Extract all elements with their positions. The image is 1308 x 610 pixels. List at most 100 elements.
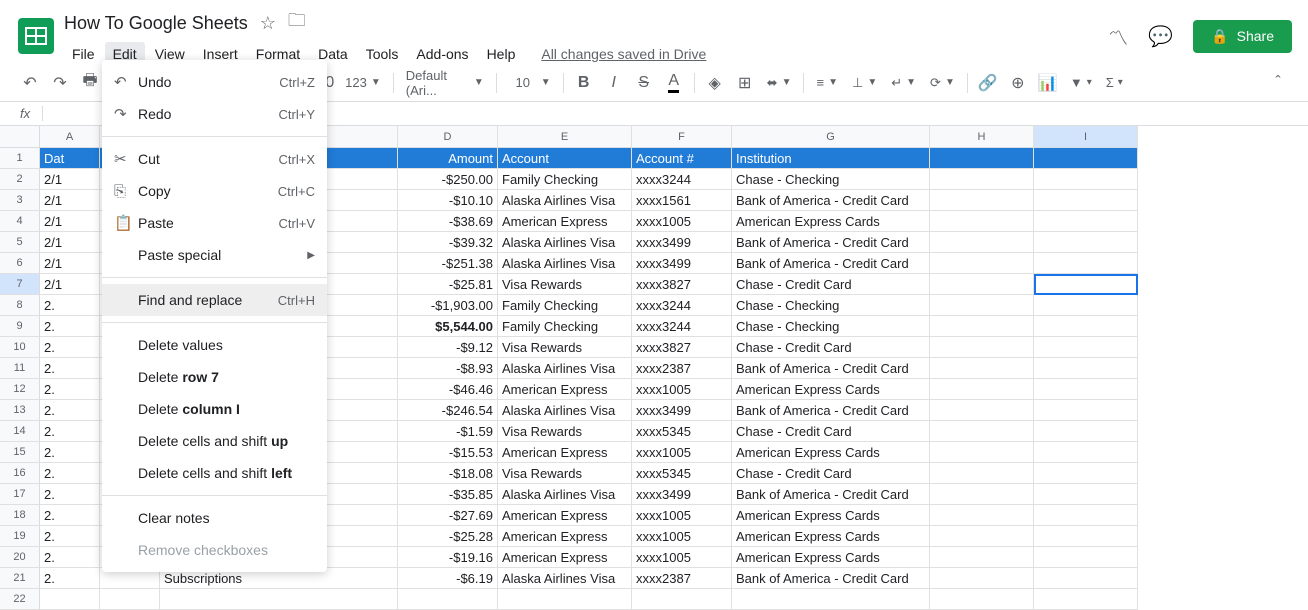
cell[interactable]: American Express xyxy=(498,526,632,547)
valign-button[interactable]: ⊥▼ xyxy=(846,71,883,95)
cell[interactable]: Alaska Airlines Visa xyxy=(498,190,632,211)
cell[interactable] xyxy=(930,232,1034,253)
cell[interactable]: Bank of America - Credit Card xyxy=(732,190,930,211)
filter-button[interactable]: ▼▾ xyxy=(1064,71,1098,94)
row-header[interactable]: 12 xyxy=(0,379,40,400)
cell[interactable] xyxy=(930,337,1034,358)
row-header[interactable]: 11 xyxy=(0,358,40,379)
row-header[interactable]: 10 xyxy=(0,337,40,358)
sheets-logo[interactable] xyxy=(16,16,56,56)
header-cell[interactable]: Amount xyxy=(398,148,498,169)
cell[interactable] xyxy=(160,589,398,610)
cell[interactable]: xxxx1005 xyxy=(632,505,732,526)
row-header[interactable]: 6 xyxy=(0,253,40,274)
cell[interactable]: American Express xyxy=(498,505,632,526)
italic-button[interactable]: I xyxy=(600,69,628,97)
cell[interactable]: 2. xyxy=(40,295,100,316)
cell[interactable]: 2. xyxy=(40,442,100,463)
cell[interactable]: 2/1 xyxy=(40,190,100,211)
strike-button[interactable]: S xyxy=(630,69,658,97)
cell[interactable]: Chase - Credit Card xyxy=(732,274,930,295)
cell[interactable]: 2. xyxy=(40,358,100,379)
menu-item-delete-column-i[interactable]: Delete column I xyxy=(102,393,327,425)
cell[interactable] xyxy=(1034,400,1138,421)
cell[interactable]: American Express Cards xyxy=(732,526,930,547)
cell[interactable]: Visa Rewards xyxy=(498,337,632,358)
cell[interactable]: Visa Rewards xyxy=(498,274,632,295)
redo-button[interactable]: ↷ xyxy=(46,69,74,97)
cell[interactable]: xxxx3499 xyxy=(632,484,732,505)
cell[interactable] xyxy=(732,589,930,610)
cell[interactable]: 2. xyxy=(40,463,100,484)
cell[interactable]: -$10.10 xyxy=(398,190,498,211)
link-button[interactable]: 🔗 xyxy=(974,69,1002,97)
cell[interactable]: 2. xyxy=(40,484,100,505)
row-header[interactable]: 2 xyxy=(0,169,40,190)
share-button[interactable]: 🔒 Share xyxy=(1193,20,1292,53)
cell[interactable]: Bank of America - Credit Card xyxy=(732,232,930,253)
cell[interactable]: xxxx3244 xyxy=(632,169,732,190)
cell[interactable]: 2/1 xyxy=(40,232,100,253)
cell[interactable]: American Express xyxy=(498,442,632,463)
row-header[interactable]: 15 xyxy=(0,442,40,463)
menu-item-clear-notes[interactable]: Clear notes xyxy=(102,502,327,534)
cell[interactable]: xxxx5345 xyxy=(632,463,732,484)
menu-item-paste[interactable]: 📋PasteCtrl+V xyxy=(102,207,327,239)
cell[interactable]: xxxx1561 xyxy=(632,190,732,211)
cell[interactable]: 2. xyxy=(40,316,100,337)
menu-tools[interactable]: Tools xyxy=(358,42,407,66)
menu-item-delete-cells-and-shift-up[interactable]: Delete cells and shift up xyxy=(102,425,327,457)
cell[interactable]: xxxx3499 xyxy=(632,232,732,253)
menu-add-ons[interactable]: Add-ons xyxy=(408,42,476,66)
cell[interactable]: -$46.46 xyxy=(398,379,498,400)
cell[interactable] xyxy=(1034,505,1138,526)
cell[interactable] xyxy=(498,589,632,610)
cell[interactable]: Bank of America - Credit Card xyxy=(732,253,930,274)
menu-file[interactable]: File xyxy=(64,42,103,66)
cell[interactable] xyxy=(1034,589,1138,610)
cell[interactable] xyxy=(930,442,1034,463)
menu-item-redo[interactable]: ↷RedoCtrl+Y xyxy=(102,98,327,130)
cell[interactable]: xxxx3827 xyxy=(632,274,732,295)
menu-item-paste-special[interactable]: Paste special▶ xyxy=(102,239,327,271)
row-header[interactable]: 13 xyxy=(0,400,40,421)
col-header-D[interactable]: D xyxy=(398,126,498,148)
cell[interactable]: Family Checking xyxy=(498,295,632,316)
cell[interactable] xyxy=(930,358,1034,379)
cell[interactable]: American Express xyxy=(498,547,632,568)
merge-button[interactable]: ⬌▼ xyxy=(761,71,798,95)
cell[interactable]: American Express Cards xyxy=(732,442,930,463)
cell[interactable]: -$27.69 xyxy=(398,505,498,526)
menu-item-find-and-replace[interactable]: Find and replaceCtrl+H xyxy=(102,284,327,316)
cell[interactable]: -$35.85 xyxy=(398,484,498,505)
cell[interactable]: 2. xyxy=(40,337,100,358)
star-icon[interactable]: ☆ xyxy=(260,13,276,34)
cell[interactable]: Bank of America - Credit Card xyxy=(732,400,930,421)
functions-button[interactable]: Σ▾ xyxy=(1100,71,1129,94)
cell[interactable] xyxy=(1034,274,1138,295)
cell[interactable]: 2. xyxy=(40,547,100,568)
cell[interactable] xyxy=(930,253,1034,274)
menu-item-undo[interactable]: ↶UndoCtrl+Z xyxy=(102,66,327,98)
cell[interactable]: Chase - Credit Card xyxy=(732,463,930,484)
cell[interactable] xyxy=(930,169,1034,190)
cell[interactable]: -$246.54 xyxy=(398,400,498,421)
cell[interactable]: -$250.00 xyxy=(398,169,498,190)
cell[interactable] xyxy=(1034,337,1138,358)
move-folder-icon[interactable]: 🗀 xyxy=(288,8,306,38)
row-header[interactable]: 3 xyxy=(0,190,40,211)
cell[interactable]: xxxx1005 xyxy=(632,379,732,400)
menu-item-delete-cells-and-shift-left[interactable]: Delete cells and shift left xyxy=(102,457,327,489)
menu-help[interactable]: Help xyxy=(479,42,524,66)
cell[interactable] xyxy=(930,379,1034,400)
comment-button[interactable]: ⊕ xyxy=(1004,69,1032,97)
cell[interactable]: 2. xyxy=(40,505,100,526)
row-header[interactable]: 7 xyxy=(0,274,40,295)
cell[interactable]: xxxx1005 xyxy=(632,526,732,547)
cell[interactable]: Alaska Airlines Visa xyxy=(498,358,632,379)
header-cell[interactable]: Dat xyxy=(40,148,100,169)
cell[interactable]: Alaska Airlines Visa xyxy=(498,568,632,589)
row-header[interactable]: 22 xyxy=(0,589,40,610)
col-header-E[interactable]: E xyxy=(498,126,632,148)
cell[interactable]: xxxx5345 xyxy=(632,421,732,442)
